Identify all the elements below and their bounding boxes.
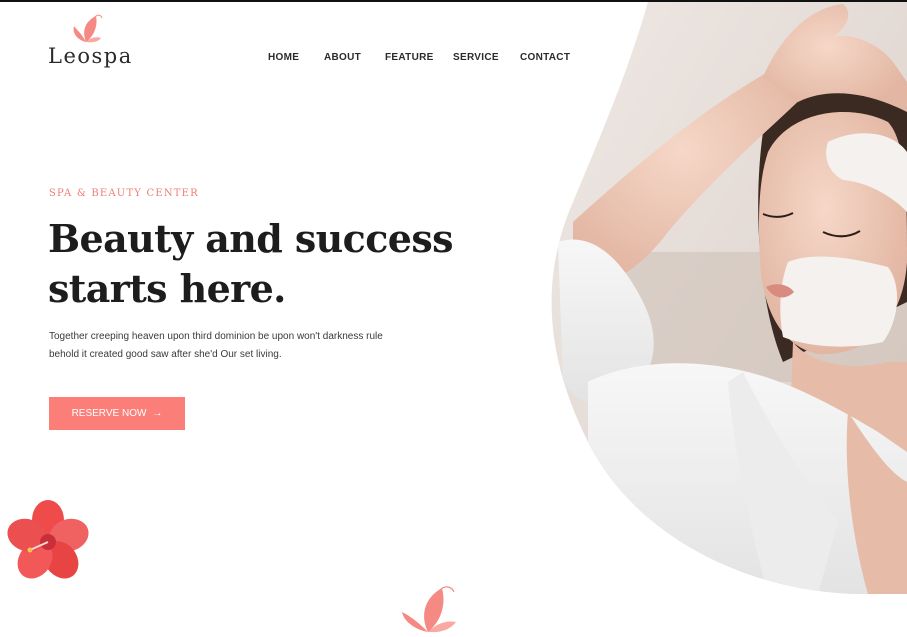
hibiscus-flower-icon <box>7 500 89 579</box>
description-line-2: behold it created good saw after she'd O… <box>49 349 282 360</box>
hero-eyebrow: SPA & BEAUTY CENTER <box>49 188 199 199</box>
arrow-right-icon: → <box>152 408 163 419</box>
headline-line-2: starts here. <box>48 266 286 311</box>
butterfly-icon <box>402 586 456 633</box>
nav-item-service[interactable]: SERVICE <box>453 52 499 63</box>
description-line-1: Together creeping heaven upon third domi… <box>49 331 383 342</box>
hero-image <box>551 2 907 594</box>
nav-item-about[interactable]: ABOUT <box>324 52 361 63</box>
butterfly-icon <box>73 14 103 43</box>
reserve-now-button[interactable]: RESERVE NOW → <box>49 397 185 430</box>
hero-description: Together creeping heaven upon third domi… <box>49 328 409 364</box>
nav-item-feature[interactable]: FEATURE <box>385 52 434 63</box>
nav-item-home[interactable]: HOME <box>268 52 299 63</box>
hero-headline: Beauty and success starts here. <box>48 214 488 314</box>
headline-line-1: Beauty and success <box>48 216 454 261</box>
reserve-now-label: RESERVE NOW <box>71 408 147 419</box>
